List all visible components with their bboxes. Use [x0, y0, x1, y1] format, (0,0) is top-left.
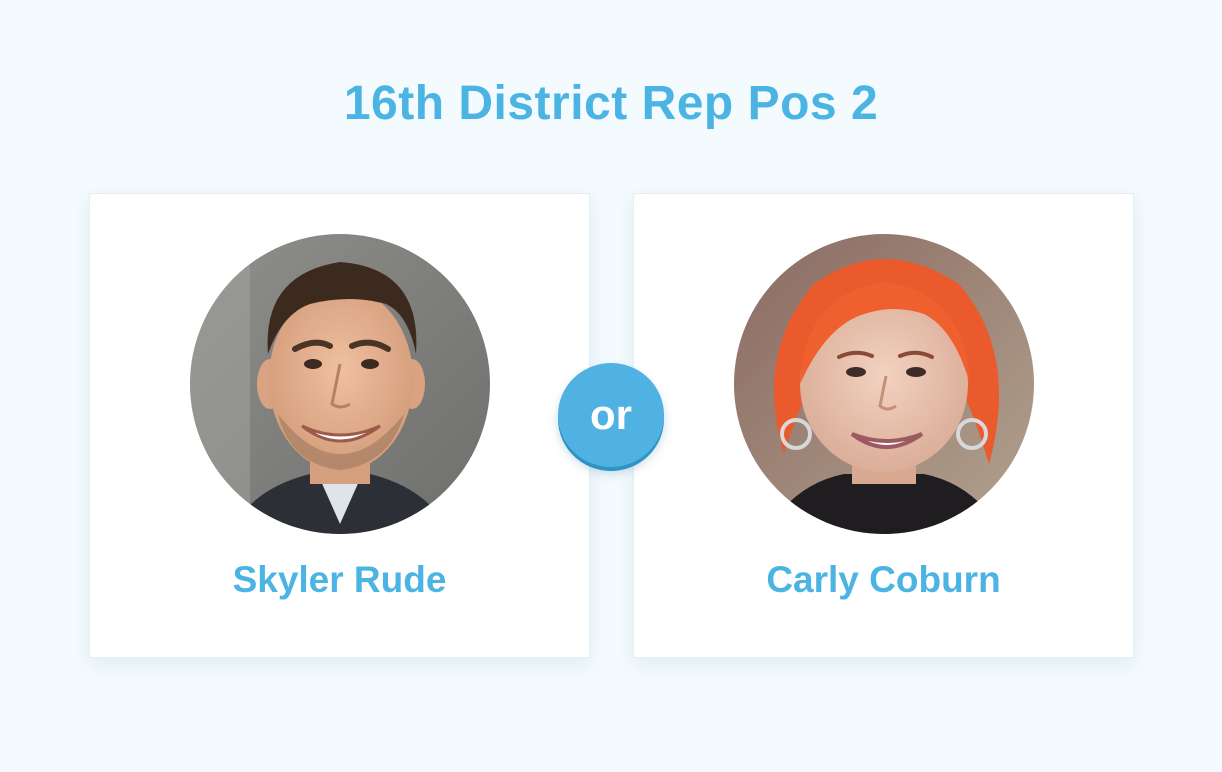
candidate-name: Skyler Rude — [232, 559, 447, 600]
race-title: 16th District Rep Pos 2 — [343, 77, 879, 130]
candidate-photo — [190, 234, 490, 534]
headshot-man-image — [190, 234, 490, 534]
candidate-name: Carly Coburn — [766, 559, 1001, 600]
headshot-woman-image — [734, 234, 1034, 534]
candidate-photo — [734, 234, 1034, 534]
or-badge: or — [558, 363, 664, 467]
candidate-card-left[interactable]: Skyler Rude — [89, 193, 590, 658]
matchup-page: 16th District Rep Pos 2 Skyler Rude or C… — [0, 0, 1222, 772]
candidate-card-right[interactable]: Carly Coburn — [633, 193, 1134, 658]
